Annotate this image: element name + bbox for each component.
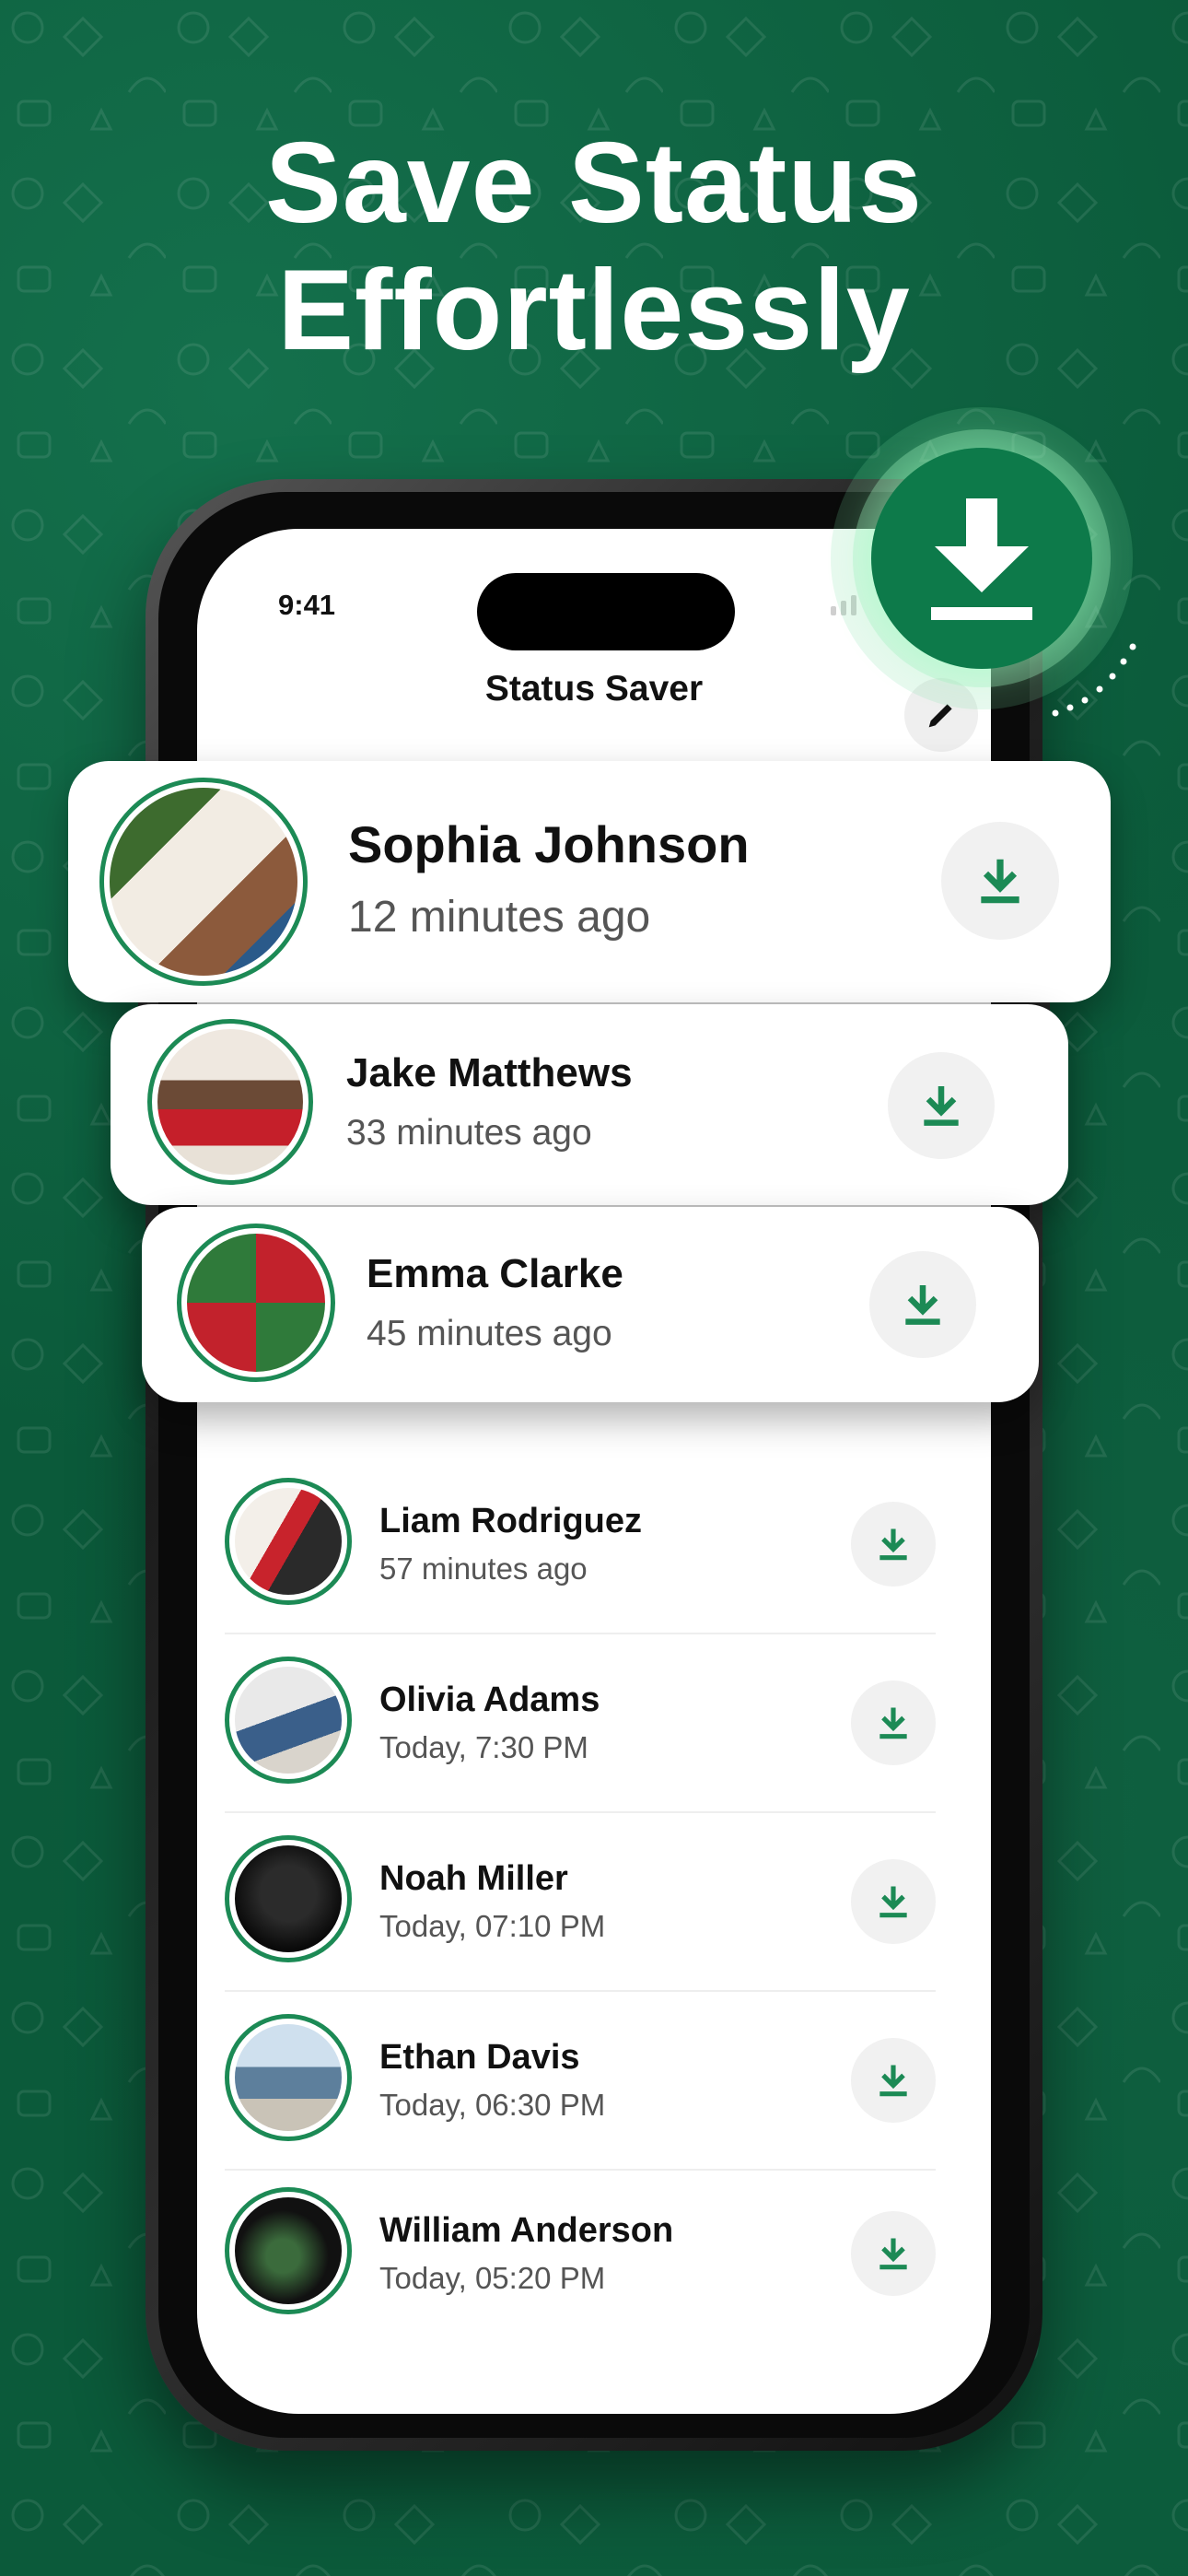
status-time: Today, 05:20 PM <box>379 2261 606 2295</box>
contact-name: Emma Clarke <box>367 1251 623 1296</box>
list-item[interactable]: Noah Miller Today, 07:10 PM <box>225 1811 936 1992</box>
list-item[interactable]: Ethan Davis Today, 06:30 PM <box>225 1990 936 2171</box>
status-time: 33 minutes ago <box>346 1113 592 1153</box>
status-time: 57 minutes ago <box>379 1551 588 1586</box>
status-time: Today, 07:10 PM <box>379 1909 606 1943</box>
headline-line-1: Save Status <box>264 120 923 247</box>
download-icon <box>931 498 1032 620</box>
download-icon <box>879 2065 907 2097</box>
decorative-dots <box>1052 643 1136 717</box>
contact-name: Olivia Adams <box>379 1680 600 1719</box>
download-button[interactable] <box>851 1680 936 1765</box>
download-icon <box>879 1528 907 1561</box>
featured-status-card[interactable]: Emma Clarke 45 minutes ago <box>142 1207 1039 1402</box>
status-time: 45 minutes ago <box>367 1314 612 1353</box>
contact-name: William Anderson <box>379 2211 674 2250</box>
contact-name: Liam Rodriguez <box>379 1502 643 1540</box>
contact-name: Sophia Johnson <box>348 815 750 873</box>
download-icon <box>924 1086 959 1126</box>
featured-status-card[interactable]: Jake Matthews 33 minutes ago <box>111 1004 1068 1205</box>
download-button[interactable] <box>851 1502 936 1587</box>
download-icon <box>905 1285 940 1325</box>
download-icon <box>879 1886 907 1918</box>
contact-name: Jake Matthews <box>346 1050 633 1095</box>
status-bar-time: 9:41 <box>278 589 336 621</box>
status-time: Today, 7:30 PM <box>379 1730 588 1764</box>
avatar <box>225 2014 352 2141</box>
download-button[interactable] <box>941 822 1059 940</box>
avatar <box>225 1657 352 1784</box>
contact-name: Ethan Davis <box>379 2038 580 2077</box>
avatar <box>147 1019 313 1185</box>
download-icon <box>981 859 1019 904</box>
headline: Save Status Effortlessly <box>0 120 1188 374</box>
app-title: Status Saver <box>484 669 704 708</box>
headline-line-2: Effortlessly <box>277 247 911 374</box>
avatar <box>177 1224 335 1382</box>
download-button[interactable] <box>869 1251 976 1358</box>
avatar <box>225 1835 352 1962</box>
list-item[interactable]: Olivia Adams Today, 7:30 PM <box>225 1633 936 1813</box>
list-item[interactable]: William Anderson Today, 05:20 PM <box>225 2163 936 2344</box>
status-time: Today, 06:30 PM <box>379 2088 606 2122</box>
download-button[interactable] <box>888 1052 995 1159</box>
download-button[interactable] <box>851 2038 936 2123</box>
dynamic-island <box>477 573 735 650</box>
download-button[interactable] <box>851 1859 936 1944</box>
contact-name: Noah Miller <box>379 1859 568 1898</box>
download-button[interactable] <box>851 2211 936 2296</box>
avatar <box>99 778 308 986</box>
download-icon <box>879 2238 907 2270</box>
avatar <box>225 1478 352 1605</box>
list-item[interactable]: Liam Rodriguez 57 minutes ago <box>225 1454 936 1634</box>
download-icon <box>879 1707 907 1739</box>
avatar <box>225 2187 352 2314</box>
featured-status-card[interactable]: Sophia Johnson 12 minutes ago <box>68 761 1111 1002</box>
status-time: 12 minutes ago <box>348 893 651 942</box>
